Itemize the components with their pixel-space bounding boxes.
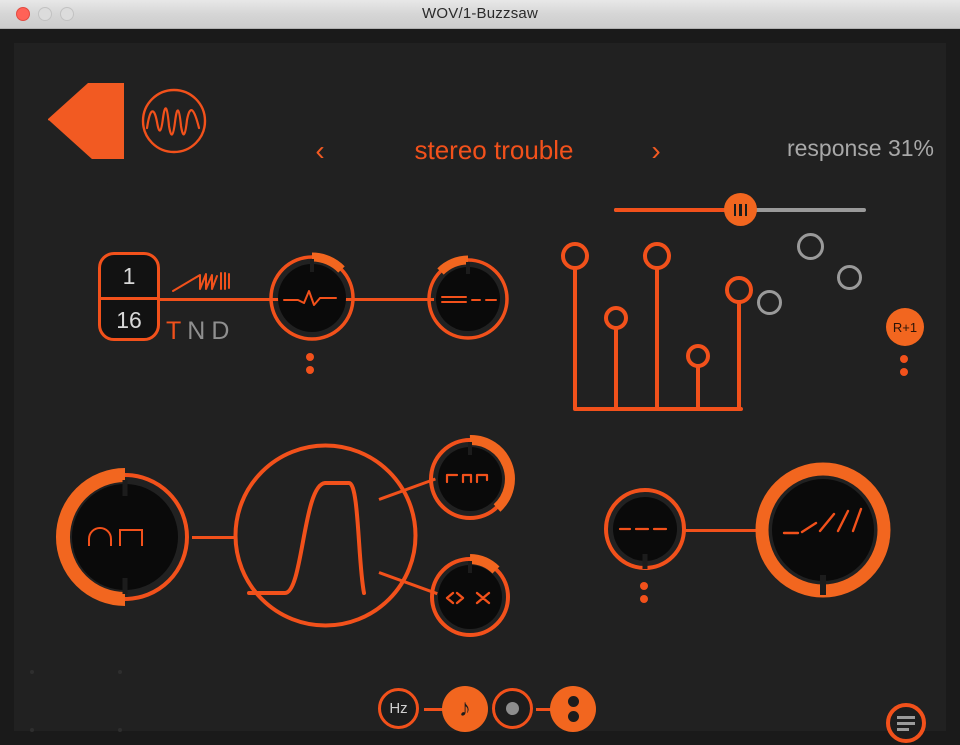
hz-mode-label: Hz [389,700,408,717]
slopes-knob[interactable] [754,461,892,599]
plugin-canvas: ‹ stereo trouble › response 31% 1 16 TND [14,43,946,743]
menu-line-3 [897,727,909,731]
double-dot-toggle[interactable] [550,686,596,732]
lines-knob[interactable] [426,255,510,341]
mode-letter-t[interactable]: T [166,317,187,345]
mode-letters[interactable]: TND [166,317,235,346]
mode-letter-d[interactable]: D [211,317,235,345]
wire-wave-to-envelope [192,536,236,539]
kilohearts-k-logo [43,83,124,184]
single-dot-toggle[interactable] [492,688,533,729]
slider-fill [614,208,736,212]
sawtooth-ramp-icon [172,265,234,299]
dashes-knob[interactable] [602,486,688,572]
window-frame: ‹ stereo trouble › response 31% 1 16 TND [0,29,960,745]
note-mode-label: ♪ [459,695,471,722]
double-dot-icon-top [567,696,579,707]
double-dot-icon-bottom [567,711,579,722]
dashes-knob-modulation-dots[interactable] [640,582,649,608]
next-preset-button[interactable]: › [643,131,669,171]
corner-marker-bottom-left [30,728,34,732]
ghost-slot-2[interactable] [837,265,862,290]
ghost-slot-3[interactable] [757,290,782,315]
ghost-slot-1[interactable] [797,233,824,260]
spread-knob[interactable] [428,554,512,639]
corner-marker-top-left [30,670,34,674]
window-titlebar: WOV/1-Buzzsaw [0,0,960,29]
prev-preset-button[interactable]: ‹ [307,131,333,171]
single-dot-icon [506,702,519,715]
slider-thumb[interactable] [724,193,757,226]
menu-list-button[interactable] [886,703,926,743]
wire-right-knobs [682,529,762,532]
rate-stepper[interactable]: 1 16 [98,252,160,341]
corner-marker-bottom-right [118,728,122,732]
transient-knob[interactable] [268,252,356,342]
menu-line-2 [897,721,915,725]
hz-mode-toggle[interactable]: Hz [378,688,419,729]
plugin-window: WOV/1-Buzzsaw ‹ stereo trouble › respons… [0,0,960,745]
wire-knob-to-knob [344,298,434,301]
stepper-divider [101,297,157,300]
rate-numerator: 1 [122,263,136,289]
window-title: WOV/1-Buzzsaw [422,5,538,22]
rate-denominator: 16 [116,307,142,333]
repeat-badge[interactable]: R+1 [886,308,924,346]
waveform-circle-icon [141,88,207,154]
note-mode-toggle[interactable]: ♪ [442,686,488,732]
mode-letter-n[interactable]: N [187,317,211,345]
gate-knob[interactable] [427,434,515,522]
menu-line-1 [897,715,915,719]
envelope-display[interactable] [233,443,418,628]
transient-knob-modulation-dots[interactable] [306,353,315,379]
response-label: response 31% [786,135,934,161]
wave-select-knob[interactable] [56,468,194,606]
repeat-badge-dots[interactable] [900,355,909,381]
preset-name[interactable]: stereo trouble [344,127,644,173]
response-slider[interactable] [614,193,866,226]
step-sequencer[interactable] [560,239,760,419]
corner-marker-top-right [118,670,122,674]
